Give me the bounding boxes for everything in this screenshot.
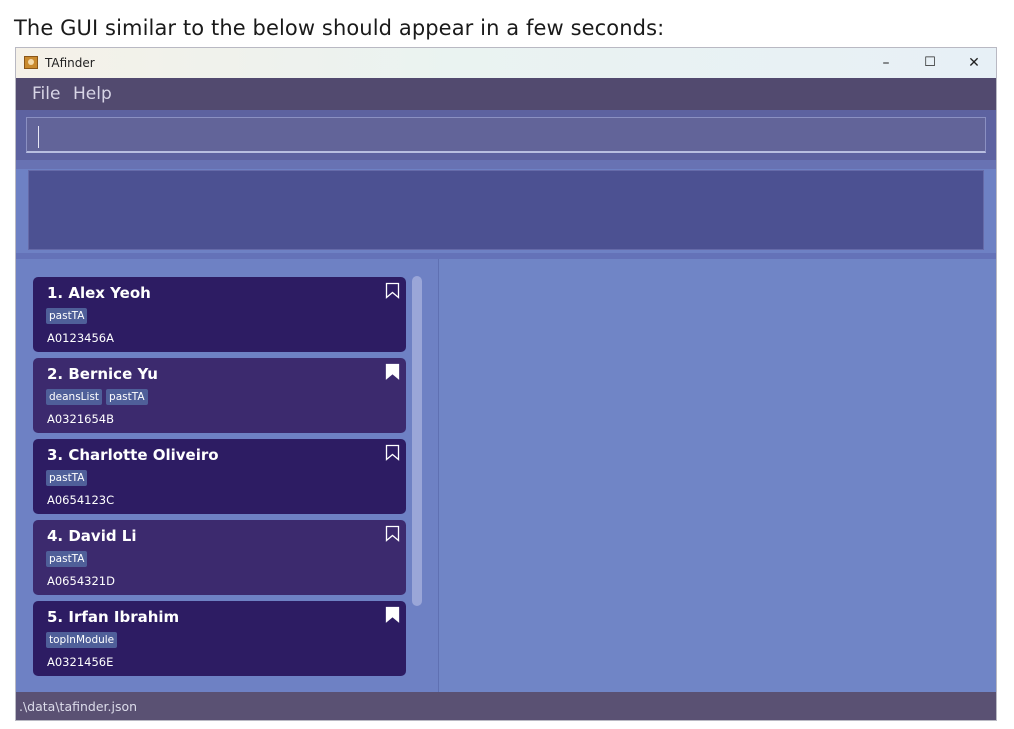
person-card[interactable]: 2. Bernice Yu deansList pastTA A0321654B — [33, 358, 406, 433]
tag-list: topInModule — [46, 632, 118, 648]
person-name: 2. Bernice Yu — [47, 365, 158, 383]
command-input[interactable] — [26, 117, 986, 153]
menu-bar: File Help — [16, 78, 996, 110]
tag-list: pastTA — [46, 551, 88, 567]
command-area — [16, 110, 996, 160]
instruction-caption: The GUI similar to the below should appe… — [14, 16, 665, 40]
person-name: 5. Irfan Ibrahim — [47, 608, 180, 626]
student-id: A0654123C — [47, 493, 115, 507]
close-button[interactable]: ✕ — [952, 48, 996, 78]
student-id: A0654321D — [47, 574, 115, 588]
person-name: 1. Alex Yeoh — [47, 284, 151, 302]
person-name: 3. Charlotte Oliveiro — [47, 446, 219, 464]
tag-badge: pastTA — [46, 308, 88, 324]
tag-badge: topInModule — [46, 632, 118, 648]
divider — [16, 160, 996, 169]
tag-badge: pastTA — [106, 389, 148, 405]
person-list-panel: 1. Alex Yeoh pastTA A0123456A 2. Bernice Yu… — [16, 259, 438, 692]
window-title: TAfinder — [45, 56, 95, 70]
tafinder-window: TAfinder – ☐ ✕ File Help 1. Alex Yeoh pas… — [15, 47, 997, 721]
tag-list: pastTA — [46, 470, 88, 486]
student-id: A0321456E — [47, 655, 114, 669]
maximize-button[interactable]: ☐ — [908, 48, 952, 78]
bookmark-icon[interactable] — [385, 525, 400, 542]
tag-badge: pastTA — [46, 551, 88, 567]
tag-badge: pastTA — [46, 470, 88, 486]
bookmark-icon[interactable] — [385, 363, 400, 380]
person-card[interactable]: 5. Irfan Ibrahim topInModule A0321456E — [33, 601, 406, 676]
bookmark-icon[interactable] — [385, 606, 400, 623]
bookmark-icon[interactable] — [385, 444, 400, 461]
result-display — [28, 170, 984, 250]
tag-badge: deansList — [46, 389, 103, 405]
text-caret — [38, 126, 39, 148]
app-icon — [24, 56, 38, 69]
person-card[interactable]: 1. Alex Yeoh pastTA A0123456A — [33, 277, 406, 352]
student-id: A0123456A — [47, 331, 114, 345]
person-name: 4. David Li — [47, 527, 137, 545]
tag-list: deansList pastTA — [46, 389, 148, 405]
status-bar: .\data\tafinder.json — [16, 692, 996, 720]
menu-file[interactable]: File — [32, 84, 60, 104]
bookmark-icon[interactable] — [385, 282, 400, 299]
minimize-button[interactable]: – — [864, 48, 908, 78]
menu-help[interactable]: Help — [73, 84, 112, 104]
person-card[interactable]: 4. David Li pastTA A0654321D — [33, 520, 406, 595]
detail-panel — [439, 259, 996, 692]
title-bar[interactable]: TAfinder – ☐ ✕ — [16, 48, 996, 78]
person-card[interactable]: 3. Charlotte Oliveiro pastTA A0654123C — [33, 439, 406, 514]
tag-list: pastTA — [46, 308, 88, 324]
list-scrollbar[interactable] — [412, 276, 422, 606]
save-location: .\data\tafinder.json — [19, 699, 138, 714]
student-id: A0321654B — [47, 412, 114, 426]
